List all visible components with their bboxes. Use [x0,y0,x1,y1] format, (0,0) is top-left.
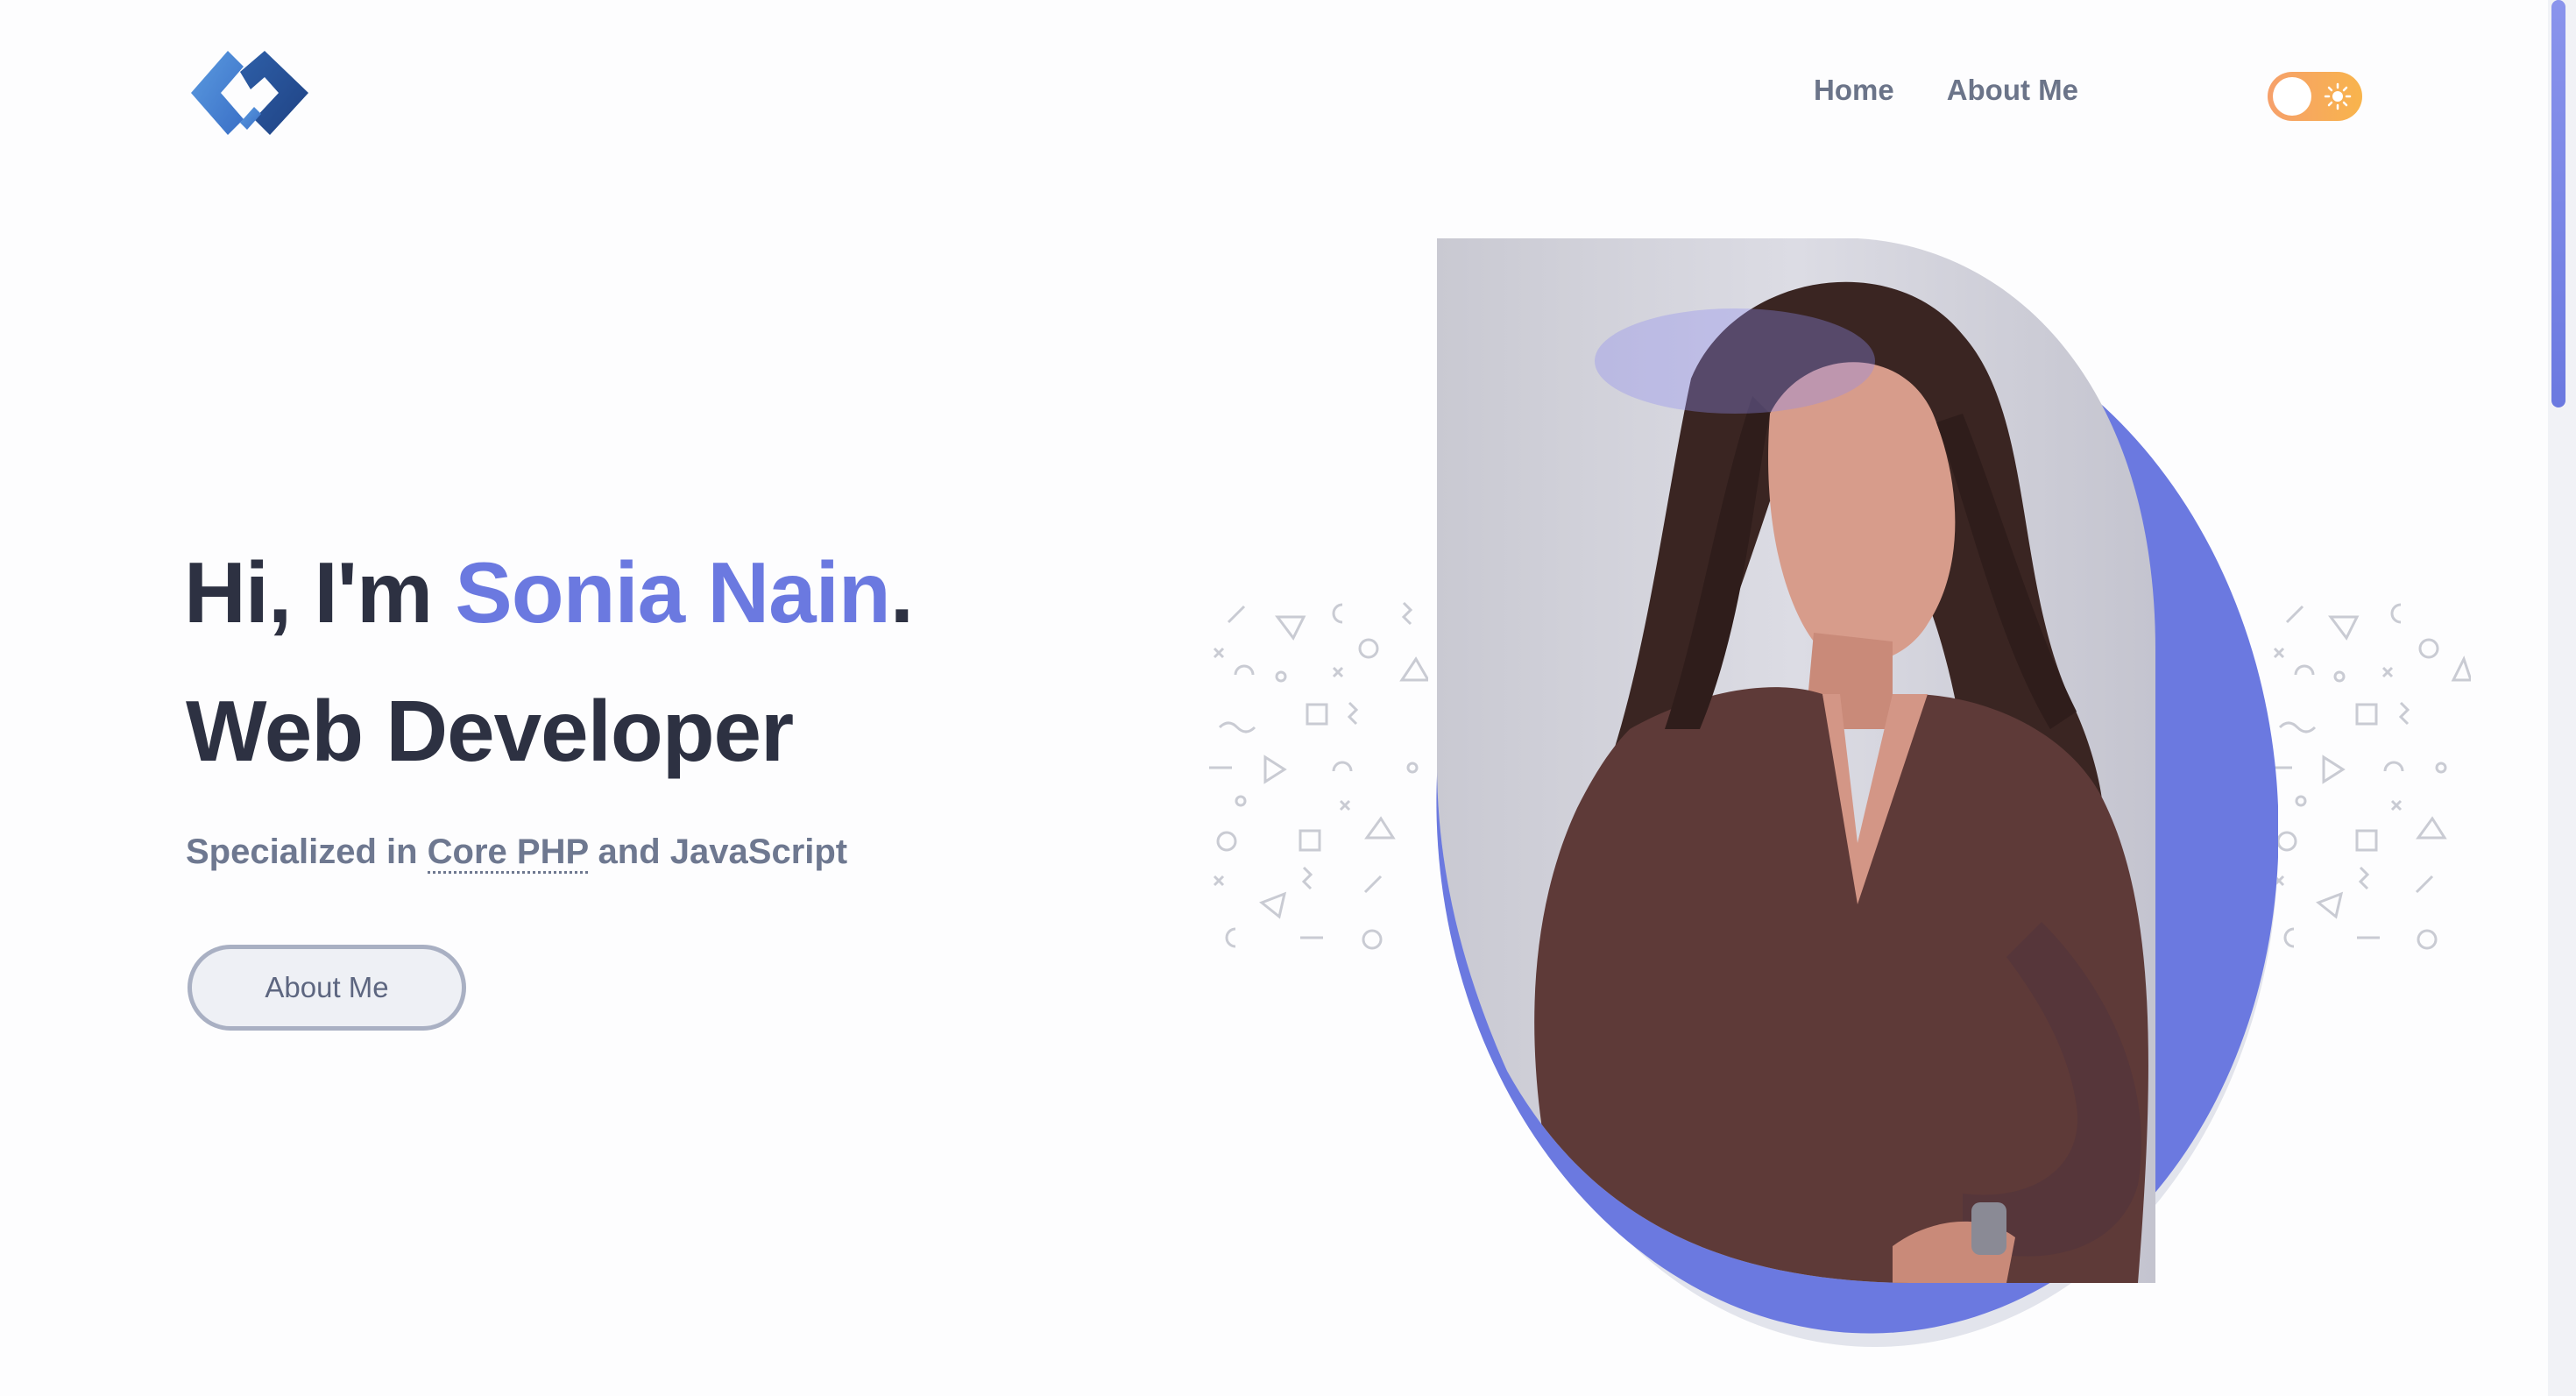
profile-portrait [1436,238,2278,1347]
hero-subtitle: Specialized in Core PHP and JavaScript [186,833,848,874]
main-nav: Home About Me [1761,74,2078,107]
nav-about-link[interactable]: About Me [1947,74,2078,107]
logo-icon[interactable] [186,46,326,151]
nav-home-link[interactable]: Home [1814,74,1894,107]
about-me-button[interactable]: About Me [188,945,466,1031]
hero-role: Web Developer [186,683,794,779]
subtitle-mid: and [588,833,670,871]
theme-toggle[interactable] [2268,72,2362,121]
toggle-knob [2273,77,2311,116]
hero-heading: Hi, I'm Sonia Nain. [184,536,914,648]
hero-name: Sonia Nain [455,544,890,641]
hero-period: . [889,544,914,641]
subtitle-core-php: Core PHP [427,833,589,874]
decorative-shapes-right [2269,603,2471,950]
subtitle-prefix: Specialized in [186,833,428,871]
page-scrollbar[interactable] [2548,0,2576,1396]
sun-icon [2324,82,2352,110]
page: Home About Me Hi, I'm Sonia Nain. Web De… [0,0,2576,1396]
subtitle-javascript: JavaScript [669,833,848,871]
scrollbar-thumb[interactable] [2551,0,2565,407]
decorative-shapes-left [1209,601,1428,950]
hero-greeting: Hi, I'm [184,544,456,641]
